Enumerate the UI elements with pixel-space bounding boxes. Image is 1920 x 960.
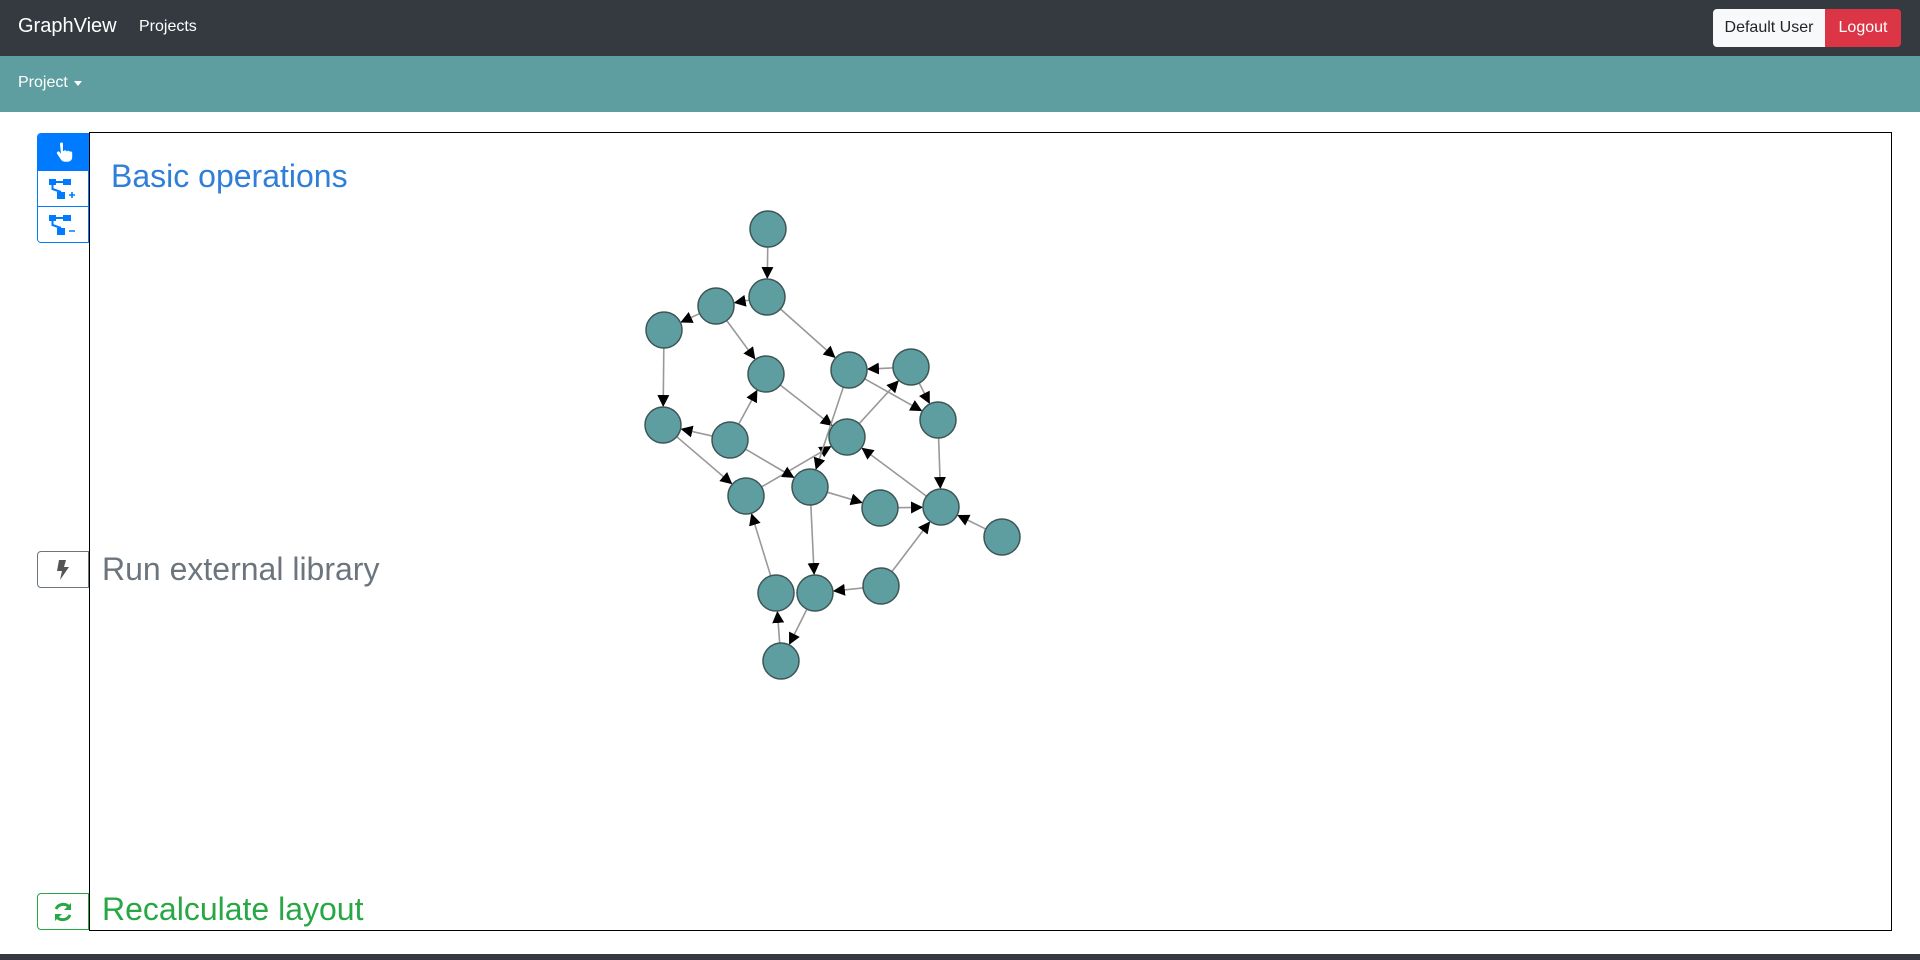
graph-node[interactable] [861,489,899,527]
sitemap-plus-icon [49,178,75,199]
graph-edge[interactable] [779,308,836,359]
graph-edge[interactable] [827,491,863,506]
top-navbar: GraphView Projects Default User Logout [0,0,1920,56]
graph-edge[interactable] [772,610,785,644]
graph-node[interactable] [762,642,800,680]
nav-link-projects[interactable]: Projects [139,18,197,36]
graph-canvas[interactable] [89,132,1892,931]
graph-edge[interactable] [733,294,750,307]
graph-node[interactable] [711,421,749,459]
graph-edge[interactable] [891,521,931,573]
nodes-layer [644,210,1021,680]
remove-node-tool-button[interactable] [38,206,88,242]
graph-node[interactable] [727,477,765,515]
user-button[interactable]: Default User [1713,9,1825,47]
graph-node[interactable] [983,518,1021,556]
graph-edge[interactable] [680,425,713,438]
graph-edge[interactable] [749,513,772,577]
graph-svg[interactable] [90,133,1891,930]
graph-edge[interactable] [737,389,758,425]
run-external-library-button[interactable] [37,551,89,588]
graph-node[interactable] [645,311,683,349]
project-dropdown-label: Project [18,74,68,91]
graph-node[interactable] [747,355,785,393]
graph-node[interactable] [749,210,787,248]
recalculate-layout-button[interactable] [37,893,89,930]
graph-node[interactable] [697,287,735,325]
run-external-library-label: Run external library [102,551,380,587]
project-toolbar: Project [0,56,1920,112]
graph-node[interactable] [828,418,866,456]
bolt-icon [57,559,69,580]
graph-edge[interactable] [918,382,931,404]
graph-edge[interactable] [832,583,864,596]
graph-node[interactable] [892,348,930,386]
graph-edge[interactable] [957,514,987,530]
brand-logo[interactable]: GraphView [18,15,117,38]
sitemap-minus-icon [49,214,75,235]
graph-node[interactable] [862,567,900,605]
bottom-bar [0,954,1920,960]
graph-edge[interactable] [807,504,820,576]
logout-button[interactable]: Logout [1825,9,1901,47]
graph-edge[interactable] [788,608,808,645]
graph-node[interactable] [830,351,868,389]
graph-node[interactable] [791,468,829,506]
graph-edge[interactable] [745,448,795,479]
graph-edge[interactable] [861,447,928,497]
graph-edge[interactable] [680,311,700,323]
basic-operations-label: Basic operations [111,158,348,194]
graph-node[interactable] [644,406,682,444]
refresh-icon [54,902,72,921]
graph-node[interactable] [748,278,786,316]
graph-edge[interactable] [726,320,756,360]
add-node-tool-button[interactable] [38,170,88,206]
graph-edge[interactable] [779,384,833,426]
graph-node[interactable] [796,574,834,612]
graph-node[interactable] [757,574,795,612]
graph-node[interactable] [919,401,957,439]
graph-edge[interactable] [933,437,946,490]
project-dropdown[interactable]: Project [18,74,82,92]
caret-down-icon [73,81,82,86]
recalculate-layout-label: Recalculate layout [102,891,364,927]
pointer-tool-button[interactable] [38,134,88,170]
graph-edge[interactable] [657,347,670,408]
basic-operations-toolgroup [37,133,89,243]
graph-edge[interactable] [866,362,894,375]
graph-node[interactable] [922,488,960,526]
hand-pointer-icon [56,142,73,162]
